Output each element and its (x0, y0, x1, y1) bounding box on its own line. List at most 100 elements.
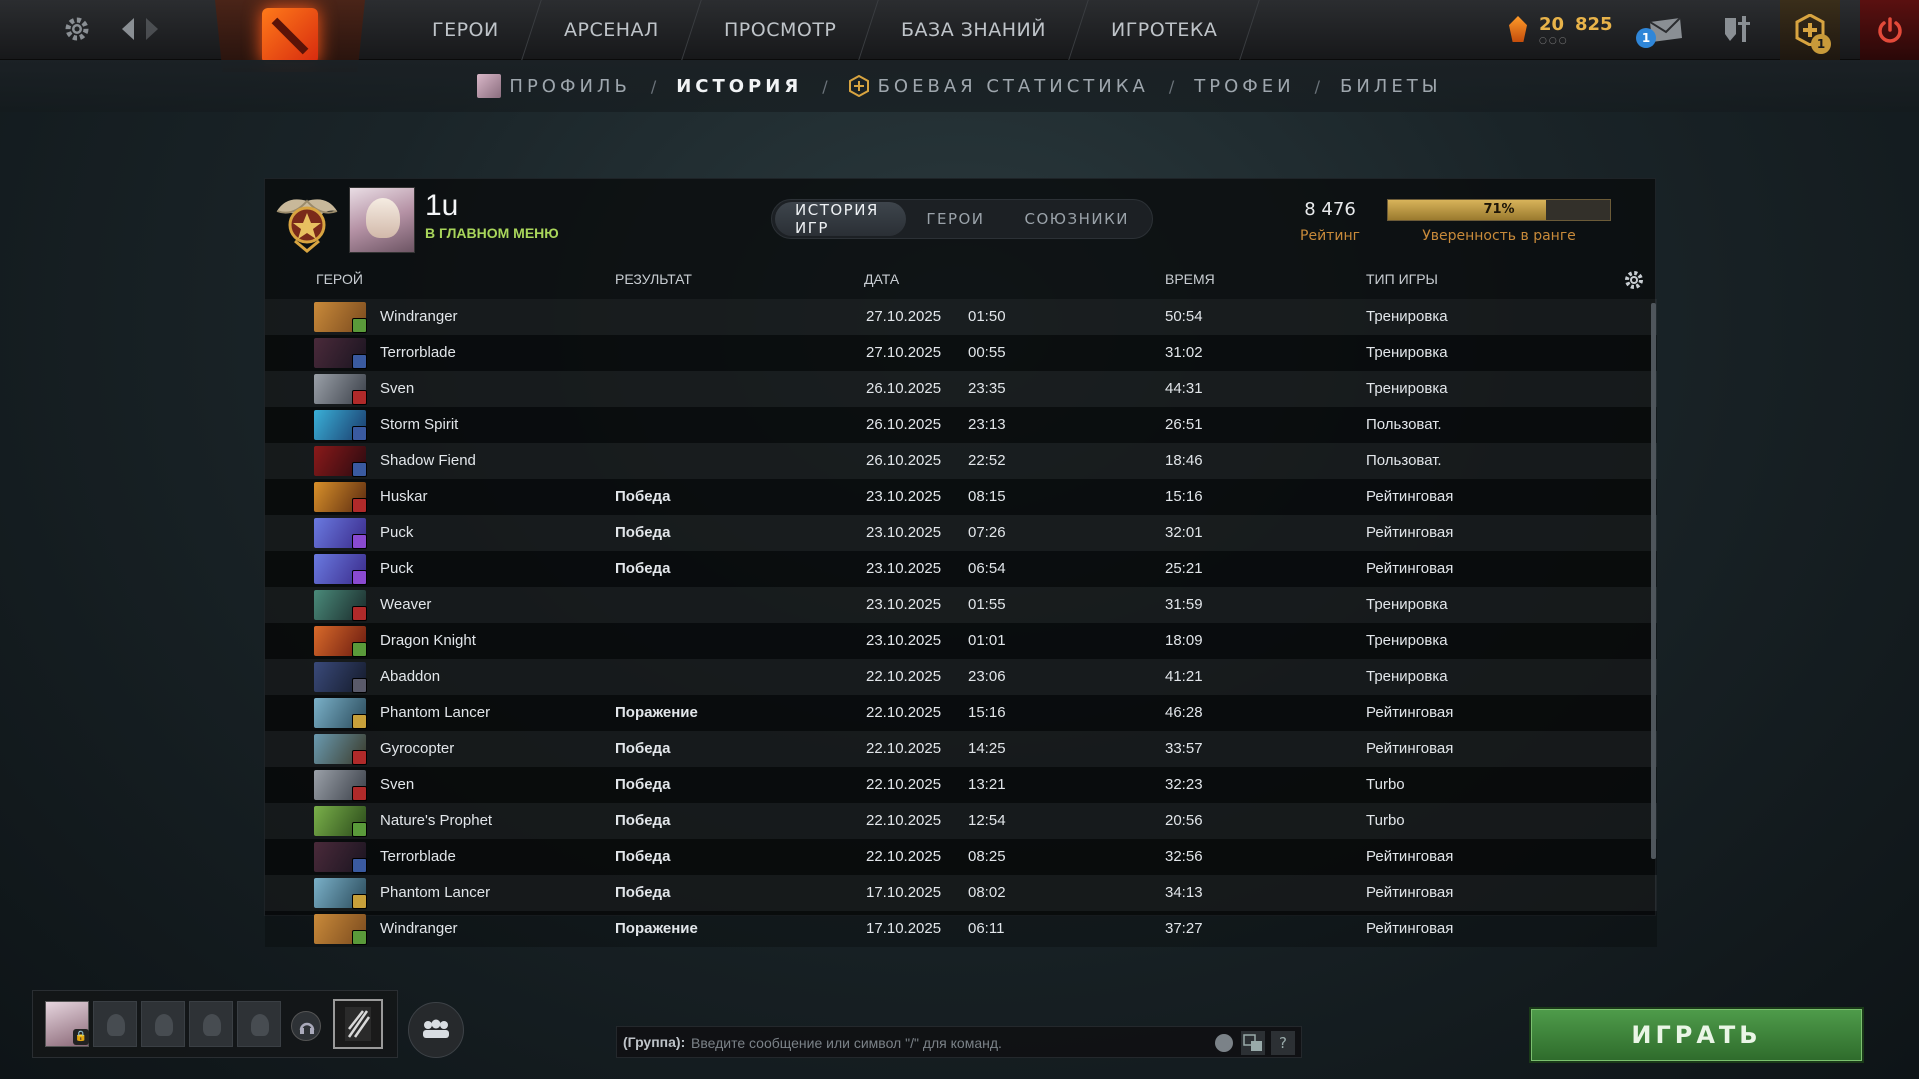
header-time[interactable]: ВРЕМЯ (1165, 271, 1215, 287)
hero-name: Nature's Prophet (380, 812, 493, 829)
subnav-history[interactable]: ИСТОРИЯ (676, 76, 802, 97)
tab-heroes[interactable]: ГЕРОИ (906, 202, 1004, 236)
tab-match-history[interactable]: ИСТОРИЯ ИГР (775, 201, 907, 237)
match-history-panel: 1u В ГЛАВНОМ МЕНЮ ИСТОРИЯ ИГР ГЕРОИ СОЮЗ… (264, 178, 1657, 947)
hero-name: Terrorblade (380, 344, 456, 361)
match-clock: 13:21 (968, 776, 1006, 793)
table-row[interactable]: Terrorblade 27.10.2025 00:55 31:02 Тренировк… (265, 335, 1657, 371)
nav-heroes[interactable]: ГЕРОИ (390, 0, 542, 60)
shop-button[interactable] (1780, 0, 1840, 60)
match-result: Победа (615, 848, 671, 865)
mail-badge: 1 (1636, 28, 1656, 48)
match-date: 27.10.2025 (866, 344, 942, 361)
chat-channels-button[interactable] (408, 1002, 464, 1058)
table-row[interactable]: Storm Spirit 26.10.2025 23:13 26:51 Пользова… (265, 407, 1657, 443)
table-row[interactable]: Dragon Knight 23.10.2025 01:01 18:09 Трениро… (265, 623, 1657, 659)
table-row[interactable]: Windranger Поражение 17.10.2025 06:11 37:27 Р… (265, 911, 1657, 947)
nav-armory[interactable]: АРСЕНАЛ (521, 0, 702, 60)
table-row[interactable]: Weaver 23.10.2025 01:55 31:59 Тренировка (265, 587, 1657, 623)
party-panel: 🔒 (32, 990, 398, 1058)
header-hero[interactable]: ГЕРОЙ (316, 271, 363, 287)
match-duration: 33:57 (1165, 740, 1203, 757)
nav-watch[interactable]: ПРОСМОТР (681, 0, 879, 60)
header-date[interactable]: ДАТА (864, 271, 899, 287)
chat-channel-label[interactable]: (Группа): (623, 1034, 685, 1050)
subnav-tickets[interactable]: БИЛЕТЫ (1340, 76, 1442, 97)
match-date: 22.10.2025 (866, 776, 942, 793)
party-slot-empty[interactable] (237, 1001, 281, 1047)
match-clock: 06:54 (968, 560, 1006, 577)
guild-banner-icon[interactable] (333, 999, 383, 1049)
table-row[interactable]: Terrorblade Победа 22.10.2025 08:25 32:56 Рей… (265, 839, 1657, 875)
match-clock: 01:50 (968, 308, 1006, 325)
match-date: 17.10.2025 (866, 884, 942, 901)
table-header: ГЕРОЙ РЕЗУЛЬТАТ ДАТА ВРЕМЯ ТИП ИГРЫ (265, 261, 1657, 297)
table-row[interactable]: Shadow Fiend 26.10.2025 22:52 18:46 Пользова… (265, 443, 1657, 479)
currency-display[interactable]: 20 825 ○○○ (1505, 14, 1625, 48)
table-row[interactable]: Windranger 27.10.2025 01:50 50:54 Тренировка (265, 299, 1657, 335)
table-settings-gear-icon[interactable] (1623, 269, 1645, 291)
subnav-trophies[interactable]: ТРОФЕИ (1194, 76, 1294, 97)
match-clock: 01:55 (968, 596, 1006, 613)
table-row[interactable]: Sven Победа 22.10.2025 13:21 32:23 Turbo (265, 767, 1657, 803)
party-slot-empty[interactable] (93, 1001, 137, 1047)
subnav-profile[interactable]: ПРОФИЛЬ (477, 74, 630, 98)
chat-input[interactable] (691, 1031, 1211, 1055)
hero-name: Puck (380, 560, 414, 577)
table-scrollbar[interactable] (1651, 303, 1656, 859)
player-avatar[interactable] (349, 187, 415, 253)
profile-subnav: ПРОФИЛЬ / ИСТОРИЯ / БОЕВАЯ СТАТИСТИКА / … (0, 60, 1919, 112)
rank-medal-icon[interactable] (273, 187, 341, 255)
party-slot-empty[interactable] (189, 1001, 233, 1047)
table-row[interactable]: Phantom Lancer Победа 17.10.2025 08:02 34:13… (265, 875, 1657, 911)
match-duration: 32:01 (1165, 524, 1203, 541)
translate-icon[interactable] (1241, 1031, 1265, 1055)
game-type: Рейтинговая (1366, 560, 1454, 577)
hero-name: Weaver (380, 596, 432, 613)
back-arrow-icon[interactable] (120, 16, 136, 42)
table-row[interactable]: Nature's Prophet Победа 22.10.2025 12:54 20:… (265, 803, 1657, 839)
power-button[interactable] (1860, 0, 1919, 60)
chat-help-button[interactable]: ? (1271, 1031, 1295, 1055)
game-type: Рейтинговая (1366, 848, 1454, 865)
table-row[interactable]: Sven 26.10.2025 23:35 44:31 Тренировка (265, 371, 1657, 407)
table-row[interactable]: Phantom Lancer Поражение 22.10.2025 15:16 46… (265, 695, 1657, 731)
match-date: 23.10.2025 (866, 596, 942, 613)
match-result: Поражение (615, 704, 698, 721)
hero-name: Sven (380, 776, 415, 793)
subnav-separator: / (822, 76, 828, 96)
hero-name: Puck (380, 524, 414, 541)
match-duration: 15:16 (1165, 488, 1203, 505)
player-name: 1u (425, 189, 459, 222)
game-type: Тренировка (1366, 632, 1448, 649)
armory-icon[interactable] (1722, 14, 1754, 44)
game-type: Пользоват. (1366, 452, 1442, 469)
header-result[interactable]: РЕЗУЛЬТАТ (615, 271, 692, 287)
role-icon (352, 750, 367, 765)
match-duration: 20:56 (1165, 812, 1203, 829)
emoji-icon[interactable] (1215, 1034, 1233, 1052)
nav-arcade[interactable]: ИГРОТЕКА (1069, 0, 1260, 60)
match-duration: 31:02 (1165, 344, 1203, 361)
party-slot-empty[interactable] (141, 1001, 185, 1047)
settings-gear-icon[interactable] (62, 14, 92, 44)
table-row[interactable]: Gyrocopter Победа 22.10.2025 14:25 33:57 Рейт… (265, 731, 1657, 767)
currency-dots: ○○○ (1539, 36, 1569, 46)
tab-allies[interactable]: СОЮЗНИКИ (1005, 202, 1149, 236)
voice-chat-icon[interactable] (291, 1011, 321, 1041)
subnav-battle-stats[interactable]: БОЕВАЯ СТАТИСТИКА (848, 75, 1149, 97)
nav-learn[interactable]: БАЗА ЗНАНИЙ (859, 0, 1089, 60)
table-row[interactable]: Puck Победа 23.10.2025 06:54 25:21 Рейтингова… (265, 551, 1657, 587)
table-row[interactable]: Abaddon 22.10.2025 23:06 41:21 Тренировка (265, 659, 1657, 695)
match-clock: 01:01 (968, 632, 1006, 649)
match-date: 26.10.2025 (866, 416, 942, 433)
table-row[interactable]: Huskar Победа 23.10.2025 08:15 15:16 Рейтинго… (265, 479, 1657, 515)
match-clock: 15:16 (968, 704, 1006, 721)
game-type: Пользоват. (1366, 416, 1442, 433)
forward-arrow-icon[interactable] (144, 16, 160, 42)
table-row[interactable]: Puck Победа 23.10.2025 07:26 32:01 Рейтингова… (265, 515, 1657, 551)
lock-icon: 🔒 (73, 1029, 89, 1045)
game-type: Рейтинговая (1366, 884, 1454, 901)
play-button[interactable]: ИГРАТЬ (1531, 1009, 1862, 1061)
header-game-type[interactable]: ТИП ИГРЫ (1366, 271, 1438, 287)
